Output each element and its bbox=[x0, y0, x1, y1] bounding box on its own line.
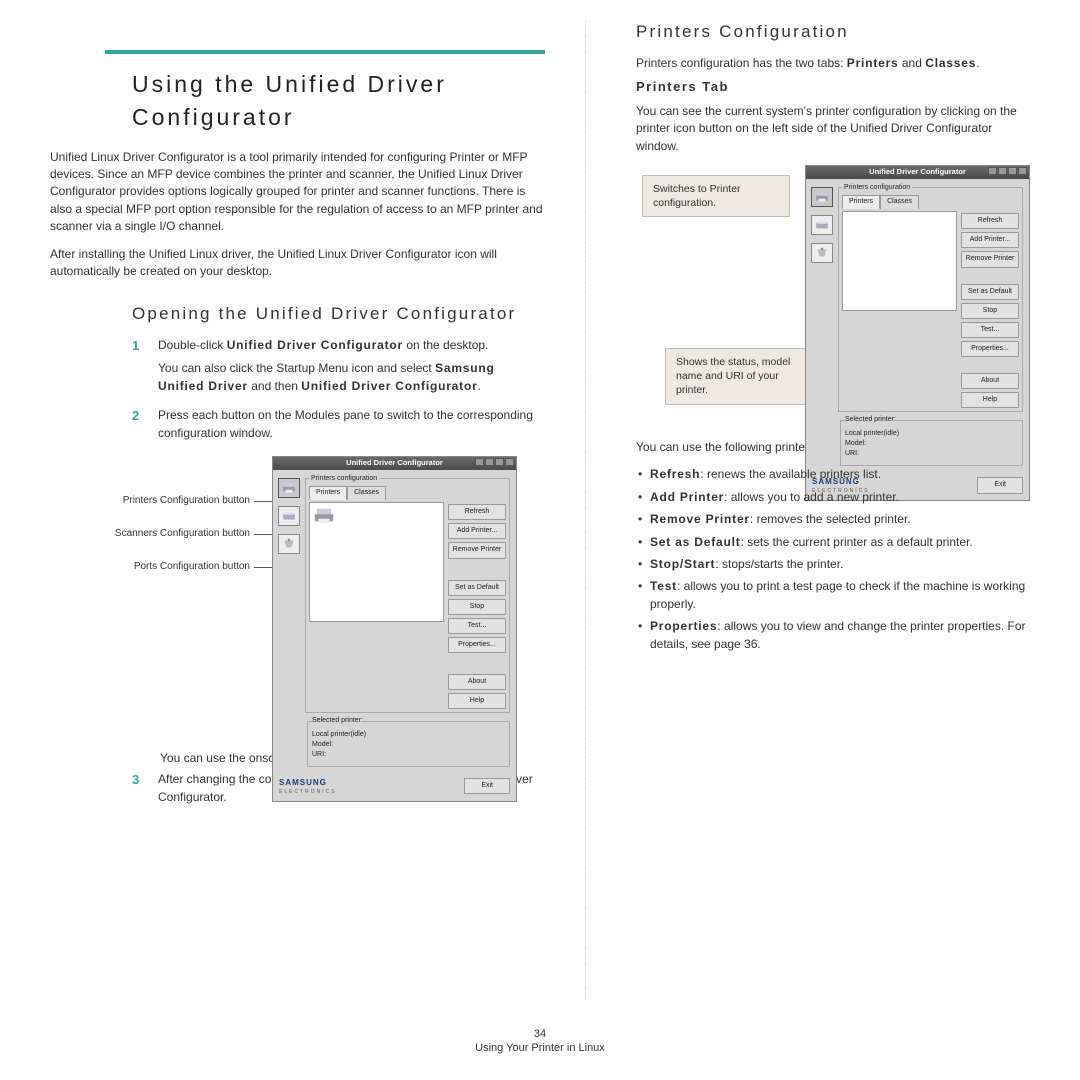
scanner-module-icon-2[interactable] bbox=[811, 215, 833, 235]
window-controls[interactable] bbox=[475, 458, 514, 466]
step-1-line-1: Double-click Unified Driver Configurator… bbox=[158, 337, 545, 354]
callout-shows-status: Shows the status, model name and URI of … bbox=[665, 348, 823, 405]
test-button-2[interactable]: Test... bbox=[961, 322, 1019, 338]
about-button[interactable]: About bbox=[448, 674, 506, 690]
refresh-button-2[interactable]: Refresh bbox=[961, 213, 1019, 229]
figure-modules: Printers Configuration button Scanners C… bbox=[50, 456, 545, 736]
remove-printer-button[interactable]: Remove Printer bbox=[448, 542, 506, 558]
bullet-refresh: Refresh: renews the available printers l… bbox=[636, 466, 1030, 483]
bullet-remove: Remove Printer: removes the selected pri… bbox=[636, 511, 1030, 528]
bullet-properties: Properties: allows you to view and chang… bbox=[636, 618, 1030, 653]
set-default-button-2[interactable]: Set as Default bbox=[961, 284, 1019, 300]
callout-printers-btn: Printers Configuration button bbox=[50, 494, 250, 509]
bullet-stop: Stop/Start: stops/starts the printer. bbox=[636, 556, 1030, 573]
page-footer: 34 Using Your Printer in Linux bbox=[0, 1028, 1080, 1054]
printer-listbox[interactable] bbox=[309, 502, 444, 622]
remove-printer-button-2[interactable]: Remove Printer bbox=[961, 251, 1019, 267]
figure-printers-tab: Switches to Printer configuration. Shows… bbox=[636, 165, 1030, 425]
para-intro-2: After installing the Unified Linux drive… bbox=[50, 246, 545, 281]
about-button-2[interactable]: About bbox=[961, 373, 1019, 389]
heading-main: Using the Unified Driver Configurator bbox=[132, 68, 515, 135]
printer-icon bbox=[313, 506, 335, 526]
window-controls-2[interactable] bbox=[988, 167, 1027, 175]
step-1: 1 Double-click Unified Driver Configurat… bbox=[132, 337, 545, 401]
set-default-button[interactable]: Set as Default bbox=[448, 580, 506, 596]
ports-module-icon[interactable] bbox=[278, 534, 300, 554]
printers-groupbox: Printers configuration Printers Classes bbox=[305, 474, 510, 714]
callout-ports-btn: Ports Configuration button bbox=[50, 560, 250, 575]
para-intro-1: Unified Linux Driver Configurator is a t… bbox=[50, 149, 545, 236]
step-number-3: 3 bbox=[132, 771, 144, 812]
tab-printers-2[interactable]: Printers bbox=[842, 195, 880, 209]
window-titlebar: Unified Driver Configurator bbox=[273, 457, 516, 470]
exit-button[interactable]: Exit bbox=[464, 778, 510, 794]
callout-scanners-btn: Scanners Configuration button bbox=[50, 527, 250, 542]
control-buttons-list: Refresh: renews the available printers l… bbox=[636, 466, 1030, 653]
step-number-2: 2 bbox=[132, 407, 144, 448]
tab-printers[interactable]: Printers bbox=[309, 486, 347, 500]
stop-button-2[interactable]: Stop bbox=[961, 303, 1019, 319]
selected-printer-box-2: Selected printer: Local printer(idle) Mo… bbox=[840, 415, 1023, 466]
bullet-add: Add Printer: allows you to add a new pri… bbox=[636, 489, 1030, 506]
stop-button[interactable]: Stop bbox=[448, 599, 506, 615]
window-titlebar-2: Unified Driver Configurator bbox=[806, 166, 1029, 179]
printers-tab-desc: You can see the current system's printer… bbox=[636, 103, 1030, 155]
bullet-default: Set as Default: sets the current printer… bbox=[636, 534, 1030, 551]
add-printer-button-2[interactable]: Add Printer... bbox=[961, 232, 1019, 248]
footer-label: Using Your Printer in Linux bbox=[0, 1042, 1080, 1054]
ports-module-icon-2[interactable] bbox=[811, 243, 833, 263]
help-button[interactable]: Help bbox=[448, 693, 506, 709]
page-number: 34 bbox=[0, 1028, 1080, 1040]
printers-groupbox-2: Printers configuration Printers Classes … bbox=[838, 183, 1023, 413]
selected-printer-box: Selected printer: Local printer(idle) Mo… bbox=[307, 716, 510, 767]
help-button-2[interactable]: Help bbox=[961, 392, 1019, 408]
tab-classes-2[interactable]: Classes bbox=[880, 195, 919, 209]
tab-classes[interactable]: Classes bbox=[347, 486, 386, 500]
heading-printers-config: Printers Configuration bbox=[636, 20, 1030, 45]
step-number-1: 1 bbox=[132, 337, 144, 401]
callout-switch-printer: Switches to Printer configuration. bbox=[642, 175, 790, 217]
column-divider bbox=[585, 20, 586, 1000]
printer-module-icon-2[interactable] bbox=[811, 187, 833, 207]
samsung-logo: SAMSUNGELECTRONICS bbox=[279, 777, 337, 796]
refresh-button[interactable]: Refresh bbox=[448, 504, 506, 520]
configurator-window: Unified Driver Configurator bbox=[272, 456, 517, 802]
configurator-window-2: Unified Driver Configurator bbox=[805, 165, 1030, 501]
heading-printers-tab: Printers Tab bbox=[636, 78, 1030, 97]
section-rule bbox=[105, 50, 545, 54]
bullet-test: Test: allows you to print a test page to… bbox=[636, 578, 1030, 613]
printers-config-intro: Printers configuration has the two tabs:… bbox=[636, 55, 1030, 72]
properties-button[interactable]: Properties... bbox=[448, 637, 506, 653]
properties-button-2[interactable]: Properties... bbox=[961, 341, 1019, 357]
printer-listbox-2[interactable] bbox=[842, 211, 957, 311]
step-2: 2 Press each button on the Modules pane … bbox=[132, 407, 545, 448]
scanner-module-icon[interactable] bbox=[278, 506, 300, 526]
heading-opening: Opening the Unified Driver Configurator bbox=[132, 302, 545, 327]
step-1-line-2: You can also click the Startup Menu icon… bbox=[158, 360, 545, 395]
add-printer-button[interactable]: Add Printer... bbox=[448, 523, 506, 539]
step-2-text: Press each button on the Modules pane to… bbox=[158, 407, 545, 442]
test-button[interactable]: Test... bbox=[448, 618, 506, 634]
printer-module-icon[interactable] bbox=[278, 478, 300, 498]
